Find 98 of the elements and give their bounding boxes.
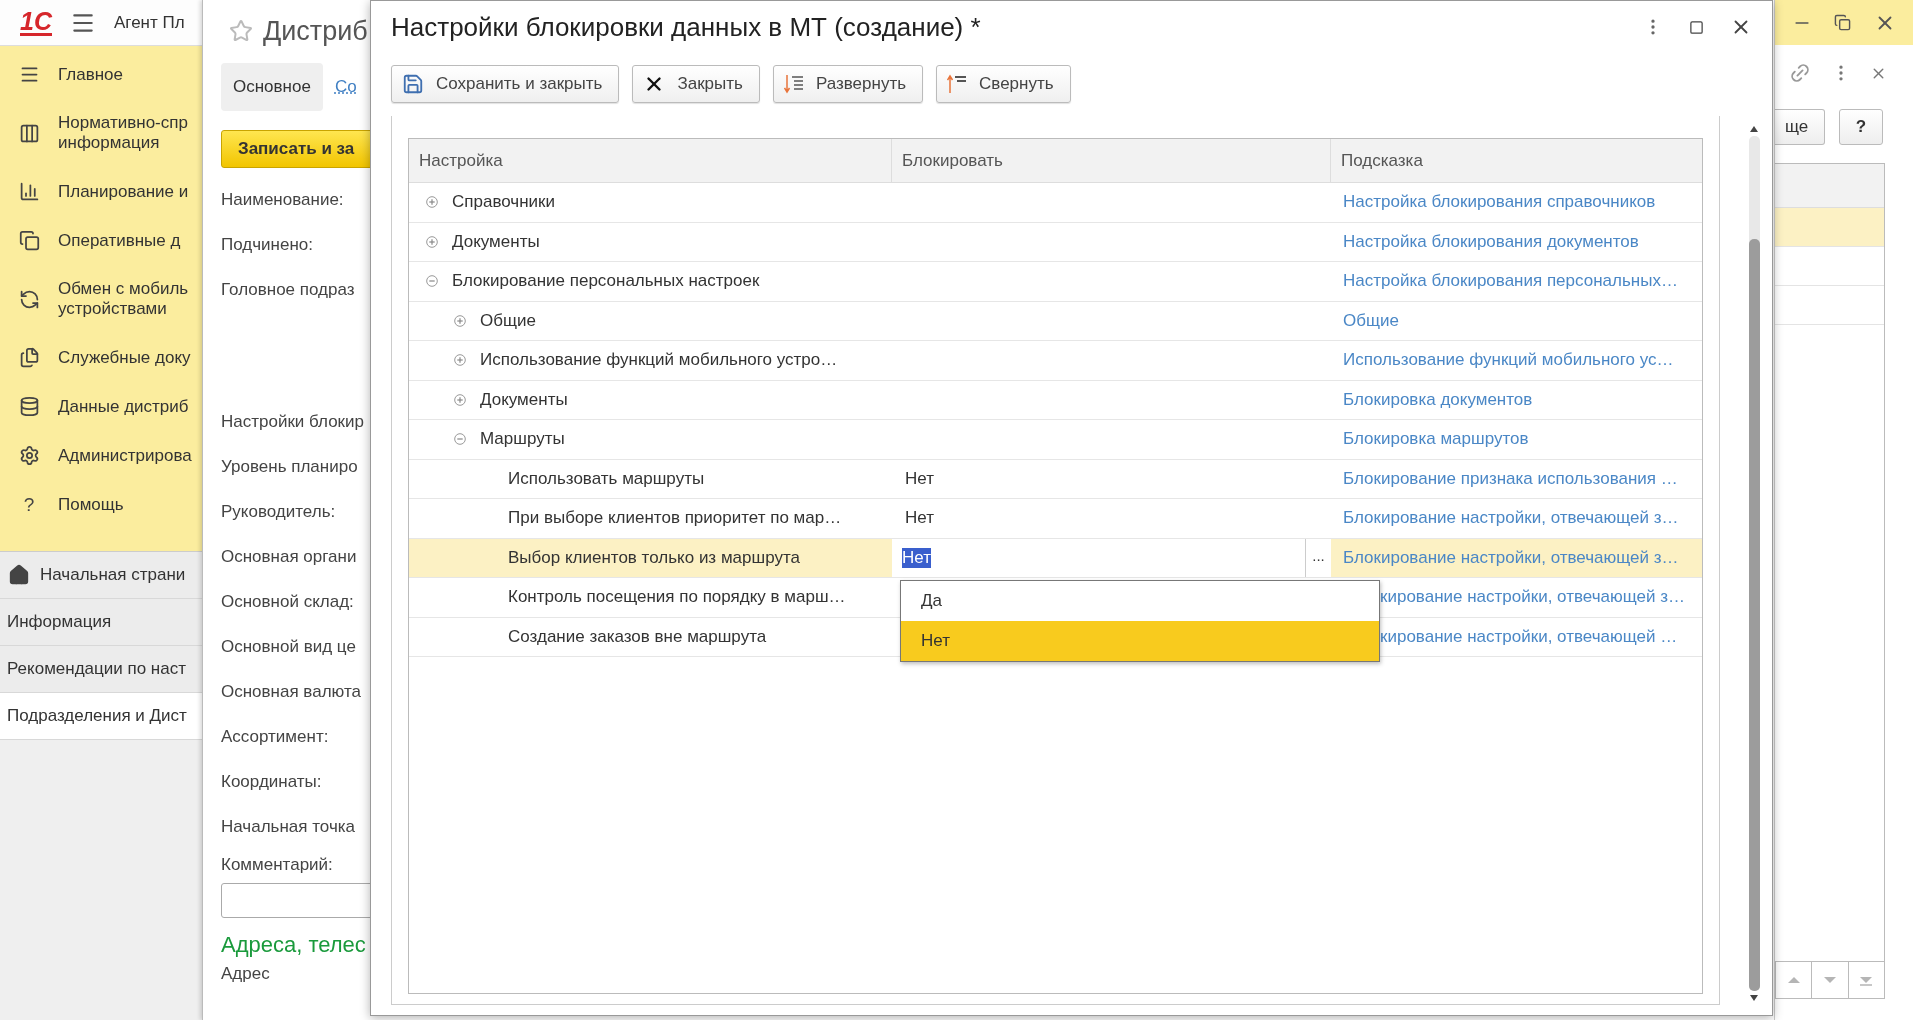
field-label: Основная органи (221, 545, 358, 568)
setting-name: Контроль посещения по порядку в марш… (508, 587, 846, 608)
sidebar-item[interactable]: Нормативно-спр информация (0, 99, 202, 167)
hint-link[interactable]: кирование настройки, отвечающей з… (1380, 587, 1686, 608)
section-icon (18, 230, 40, 251)
sidebar-item[interactable]: Оперативные д (0, 216, 202, 265)
expand-list-icon (783, 73, 804, 95)
setting-name: Общие (480, 310, 536, 331)
hint-link[interactable]: Использование функций мобильного ус… (1343, 350, 1674, 371)
field-label: Начальная точка (221, 815, 357, 838)
tab[interactable]: Основное (221, 63, 323, 111)
section-icon (18, 347, 40, 368)
expand-icon[interactable] (454, 393, 466, 406)
section-icon (18, 445, 40, 466)
setting-name: Маршруты (480, 429, 565, 450)
collapse-icon[interactable] (454, 433, 466, 446)
help-icon: ? (23, 494, 35, 516)
field-label: Ассортимент: (221, 725, 330, 748)
setting-name: Использование функций мобильного устро… (480, 350, 838, 371)
more-button[interactable]: ще (1775, 109, 1825, 145)
form-title: Дистриб (263, 15, 368, 47)
save-button[interactable]: Записать и за (221, 130, 371, 168)
setting-name: Выбор клиентов только из маршрута (508, 547, 800, 568)
setting-name: Блокирование персональных настроек (452, 271, 760, 292)
field-label: Подчинено: (221, 233, 314, 256)
field-label: Основной склад: (221, 590, 355, 613)
move-up-icon[interactable] (1786, 974, 1801, 986)
hint-link[interactable]: Блокировка документов (1343, 389, 1533, 410)
dropdown-option[interactable]: Да (901, 581, 1379, 621)
setting-name: Документы (452, 231, 540, 252)
sidebar-item[interactable]: Данные дистриб (0, 382, 202, 431)
hint-link[interactable]: Блокирование настройки, отвечающей з… (1343, 508, 1679, 529)
section-icon (18, 396, 40, 417)
section-icon (18, 122, 40, 144)
sidebar-item[interactable]: Обмен с мобиль устройствами (0, 265, 202, 333)
column-header: Блокировать (892, 139, 1331, 182)
star-icon[interactable] (229, 19, 253, 43)
toolbar-button[interactable]: Сохранить и закрыть (391, 65, 620, 103)
field-label: Основной вид це (221, 635, 357, 658)
collapse-list-icon (947, 73, 968, 95)
maximize-icon[interactable] (1689, 19, 1704, 35)
column-header: Подсказка (1340, 149, 1424, 172)
field-label: Адрес (221, 964, 271, 985)
move-down-icon[interactable] (1823, 974, 1837, 986)
app-title: Агент Пл (113, 12, 185, 33)
sidebar-item[interactable]: Планирование и (0, 167, 202, 216)
move-last-icon[interactable] (1859, 974, 1874, 986)
scrollbar[interactable] (1748, 136, 1760, 991)
setting-name: Документы (480, 389, 568, 410)
section-icon (18, 181, 40, 202)
field-label: Уровень планиро (221, 455, 359, 478)
table-cell-text: Нет (904, 508, 934, 529)
field-label: Головное подраз (221, 278, 356, 301)
nav-item[interactable]: Подразделения и Дист (0, 693, 202, 740)
expand-icon[interactable] (426, 235, 438, 248)
help-button[interactable]: ? (1839, 109, 1883, 145)
hint-link[interactable]: кирование настройки, отвечающей … (1380, 626, 1678, 647)
sidebar-item[interactable]: Администрирова (0, 431, 202, 480)
hint-link[interactable]: Блокировка маршрутов (1343, 429, 1529, 450)
dropdown-option[interactable]: Нет (901, 621, 1379, 661)
field-label: Комментарий: (221, 855, 334, 876)
scroll-down-icon[interactable] (1750, 995, 1758, 1001)
field-label: Координаты: (221, 770, 323, 793)
field-label: Наименование: (221, 188, 345, 211)
expand-icon[interactable] (454, 354, 466, 367)
toolbar-button[interactable]: Свернуть (936, 65, 1071, 103)
dialog-title: Настройки блокировки данных в МТ (создание) * (391, 11, 982, 43)
setting-name: Справочники (452, 192, 555, 213)
toolbar-button[interactable]: Развернуть (772, 65, 924, 103)
sidebar-item[interactable]: ? Помощь (0, 480, 202, 530)
save-icon (402, 73, 424, 95)
setting-name: При выборе клиентов приоритет по мар… (508, 508, 842, 529)
hint-link[interactable]: Настройка блокирования персональных… (1343, 271, 1678, 292)
section-title: Адреса, телес (221, 932, 367, 959)
tab[interactable]: Со (334, 63, 357, 111)
hint-link[interactable]: Настройка блокирования справочников (1343, 192, 1656, 213)
collapse-icon[interactable] (426, 275, 438, 288)
restore-icon[interactable] (1834, 14, 1852, 31)
sidebar-item[interactable]: Главное (0, 50, 202, 99)
home-icon (8, 564, 30, 586)
field-label: Основная валюта (221, 680, 362, 703)
hint-link[interactable]: Блокирование признака использования … (1343, 468, 1678, 489)
value-field[interactable]: Нет (892, 537, 1305, 578)
hint-link[interactable]: Настройка блокирования документов (1343, 231, 1639, 252)
expand-icon[interactable] (454, 314, 466, 327)
setting-name: Создание заказов вне маршрута (508, 626, 767, 647)
hint-link[interactable]: Общие (1343, 310, 1399, 331)
scroll-up-icon[interactable] (1750, 126, 1758, 132)
section-icon (18, 288, 40, 310)
logo[interactable]: 1С (20, 9, 52, 36)
field-label: Руководитель: (221, 500, 337, 523)
setting-name: Использовать маршруты (508, 468, 705, 489)
toolbar-button[interactable]: Закрыть (632, 65, 760, 103)
column-header: Настройка (409, 139, 892, 182)
field-label: Настройки блокир (221, 410, 365, 433)
expand-icon[interactable] (426, 196, 438, 209)
sidebar-item[interactable]: Служебные доку (0, 333, 202, 382)
table-cell-text: Нет (904, 468, 934, 489)
